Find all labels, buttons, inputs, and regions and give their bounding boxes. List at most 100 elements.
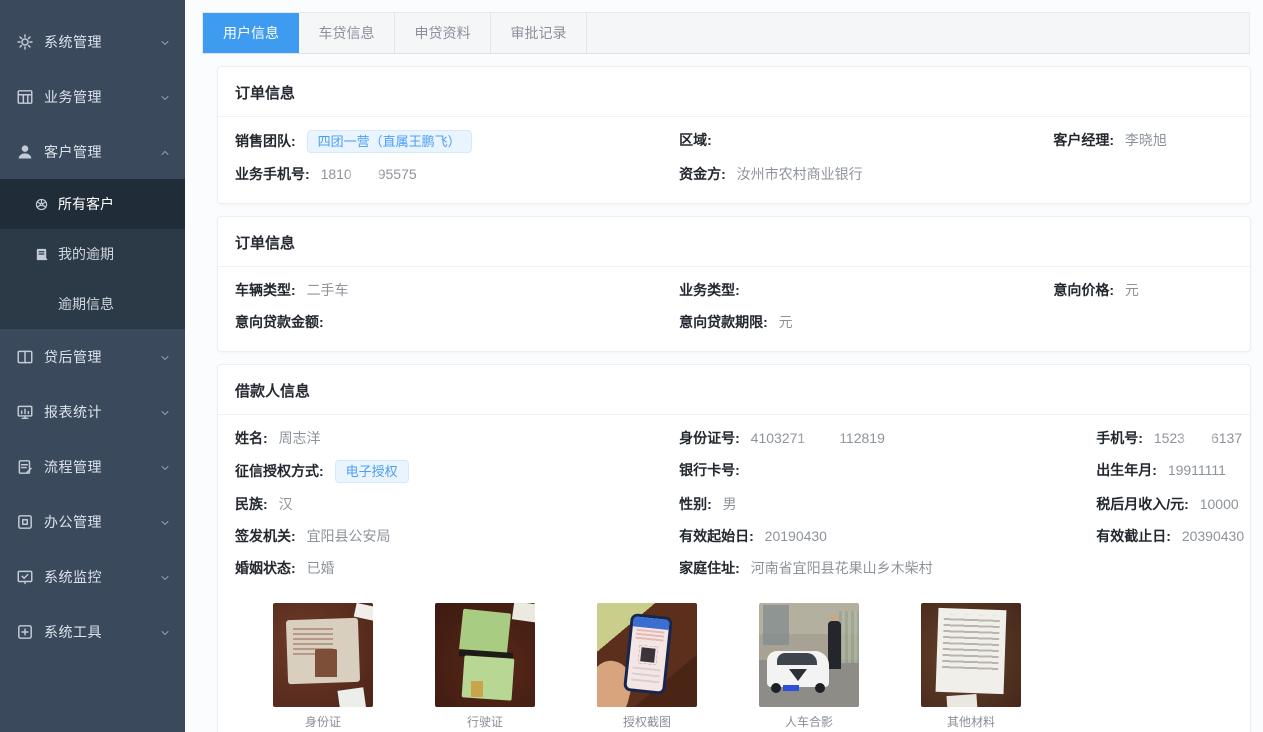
card-title: 订单信息 xyxy=(218,217,1250,266)
field-intent-price: 意向价格: 元 xyxy=(1053,280,1233,301)
field-business-type: 业务类型: xyxy=(679,280,1053,301)
field-id-number: 身份证号: 4103271112819 xyxy=(679,428,1096,449)
chevron-up-icon xyxy=(159,146,171,158)
sidebar-item-label: 系统工具 xyxy=(44,622,159,642)
photo-item: 行驶证 xyxy=(435,603,535,730)
field-name: 姓名: 周志洋 xyxy=(235,428,679,449)
field-marital-status: 婚姻状态: 已婚 xyxy=(235,558,679,579)
field-ethnicity: 民族: 汉 xyxy=(235,494,679,515)
sidebar-subitem-label: 所有客户 xyxy=(58,194,114,214)
credit-auth-tag[interactable]: 电子授权 xyxy=(335,460,409,483)
field-birth-date: 出生年月: 19911111 xyxy=(1096,460,1233,483)
sidebar-item-label: 贷后管理 xyxy=(44,347,159,367)
field-customer-manager: 客户经理: 李晓旭 xyxy=(1053,130,1233,153)
sidebar-item-process-management[interactable]: 流程管理 xyxy=(0,439,185,494)
sidebar-item-label: 流程管理 xyxy=(44,457,159,477)
clipboard-pen-icon xyxy=(16,458,34,476)
field-intent-loan-amount: 意向贷款金额: xyxy=(235,312,679,333)
field-credit-auth-method: 征信授权方式: 电子授权 xyxy=(235,460,679,483)
order-intent-card: 订单信息 车辆类型: 二手车 业务类型: 意向价格: 元 意向贷款金额: xyxy=(217,216,1251,352)
chevron-down-icon xyxy=(159,516,171,528)
redaction-mask xyxy=(1185,429,1210,446)
field-home-address: 家庭住址: 河南省宜阳县花果山乡木柴村 xyxy=(679,558,1096,579)
card-title: 借款人信息 xyxy=(218,365,1250,414)
field-valid-from: 有效起始日: 20190430 xyxy=(679,526,1096,547)
sidebar-item-postloan-management[interactable]: 贷后管理 xyxy=(0,329,185,384)
document-photo-row: 身份证 行驶证 授权截图 xyxy=(218,597,1250,730)
open-book-icon xyxy=(16,348,34,366)
tab-loan-application-docs[interactable]: 申贷资料 xyxy=(395,13,491,53)
field-issuing-authority: 签发机关: 宜阳县公安局 xyxy=(235,526,679,547)
sidebar-item-system-tools[interactable]: 系统工具 xyxy=(0,604,185,659)
photo-item: 其他材料 xyxy=(921,603,1021,730)
sidebar-item-label: 系统监控 xyxy=(44,567,159,587)
grid-icon xyxy=(16,88,34,106)
field-empty xyxy=(1096,558,1233,579)
field-intent-loan-term: 意向贷款期限: 元 xyxy=(679,312,1053,333)
office-box-icon xyxy=(16,513,34,531)
photo-caption: 人车合影 xyxy=(759,713,859,730)
field-funder: 资金方: 汝州市农村商业银行 xyxy=(679,164,1053,185)
sales-team-tag[interactable]: 四团一营（直属王鹏飞） xyxy=(307,130,472,153)
field-empty xyxy=(1053,312,1233,333)
field-business-phone: 业务手机号: 181095575 xyxy=(235,164,679,185)
wheel-icon xyxy=(34,197,49,212)
notebook-icon xyxy=(34,247,49,262)
field-region: 区域: xyxy=(679,130,1053,153)
photo-caption: 授权截图 xyxy=(597,713,697,730)
chevron-down-icon xyxy=(159,351,171,363)
gear-icon xyxy=(16,33,34,51)
chevron-down-icon xyxy=(159,461,171,473)
photo-item: 身份证 xyxy=(273,603,373,730)
detail-tab-bar: 用户信息 车贷信息 申贷资料 审批记录 xyxy=(202,12,1250,54)
photo-caption: 其他材料 xyxy=(921,713,1021,730)
chevron-down-icon xyxy=(159,571,171,583)
paper-doc-photo[interactable] xyxy=(921,603,1021,707)
sidebar-item-label: 办公管理 xyxy=(44,512,159,532)
tab-approval-records[interactable]: 审批记录 xyxy=(491,13,587,53)
order-info-card: 订单信息 销售团队: 四团一营（直属王鹏飞） 区域: 客户经理: 李晓旭 业务手… xyxy=(217,66,1251,204)
sidebar-item-label: 系统管理 xyxy=(44,32,159,52)
monitor-check-icon xyxy=(16,568,34,586)
sidebar-item-label: 业务管理 xyxy=(44,87,159,107)
phone-qr-photo[interactable] xyxy=(597,603,697,707)
chevron-down-icon xyxy=(159,36,171,48)
redaction-mask xyxy=(806,429,839,446)
sidebar-item-label: 报表统计 xyxy=(44,402,159,422)
sidebar-item-report-statistics[interactable]: 报表统计 xyxy=(0,384,185,439)
field-phone: 手机号: 15236137 xyxy=(1096,428,1233,449)
redaction-mask xyxy=(352,165,377,182)
photo-caption: 行驶证 xyxy=(435,713,535,730)
field-monthly-income: 税后月收入/元: 10000 xyxy=(1096,494,1233,515)
car-person-photo[interactable] xyxy=(759,603,859,707)
field-empty xyxy=(1053,164,1233,185)
chevron-down-icon xyxy=(159,626,171,638)
sidebar-item-customer-management[interactable]: 客户管理 xyxy=(0,124,185,179)
card-title: 订单信息 xyxy=(218,67,1250,116)
id-card-photo[interactable] xyxy=(273,603,373,707)
toolbox-icon xyxy=(16,623,34,641)
field-bank-card: 银行卡号: xyxy=(679,460,1096,483)
sidebar-subitem-all-customers[interactable]: 所有客户 xyxy=(0,179,185,229)
sidebar-subitem-overdue-info[interactable]: 逾期信息 xyxy=(0,279,185,329)
field-gender: 性别: 男 xyxy=(679,494,1096,515)
sidebar-item-business-management[interactable]: 业务管理 xyxy=(0,69,185,124)
chevron-down-icon xyxy=(159,406,171,418)
field-valid-to: 有效截止日: 20390430 xyxy=(1096,526,1233,547)
borrower-info-card: 借款人信息 姓名: 周志洋 身份证号: 4103271112819 手机号: 1… xyxy=(217,364,1251,732)
sidebar-subitem-label: 我的逾期 xyxy=(58,244,114,264)
sidebar-item-system-management[interactable]: 系统管理 xyxy=(0,14,185,69)
sidebar-subitem-label: 逾期信息 xyxy=(58,294,114,314)
chevron-down-icon xyxy=(159,91,171,103)
sidebar-item-office-management[interactable]: 办公管理 xyxy=(0,494,185,549)
sidebar-item-label: 客户管理 xyxy=(44,142,159,162)
green-booklet-photo[interactable] xyxy=(435,603,535,707)
tab-user-info[interactable]: 用户信息 xyxy=(203,13,299,53)
main-content: 用户信息 车贷信息 申贷资料 审批记录 订单信息 销售团队: 四团一营（直属王鹏… xyxy=(185,0,1263,732)
sidebar-subitem-my-overdue[interactable]: 我的逾期 xyxy=(0,229,185,279)
photo-caption: 身份证 xyxy=(273,713,373,730)
sidebar-item-system-monitor[interactable]: 系统监控 xyxy=(0,549,185,604)
app-window: 系统管理 业务管理 客户管理 所有客户 xyxy=(0,0,1263,732)
field-sales-team: 销售团队: 四团一营（直属王鹏飞） xyxy=(235,130,679,153)
tab-car-loan-info[interactable]: 车贷信息 xyxy=(299,13,395,53)
